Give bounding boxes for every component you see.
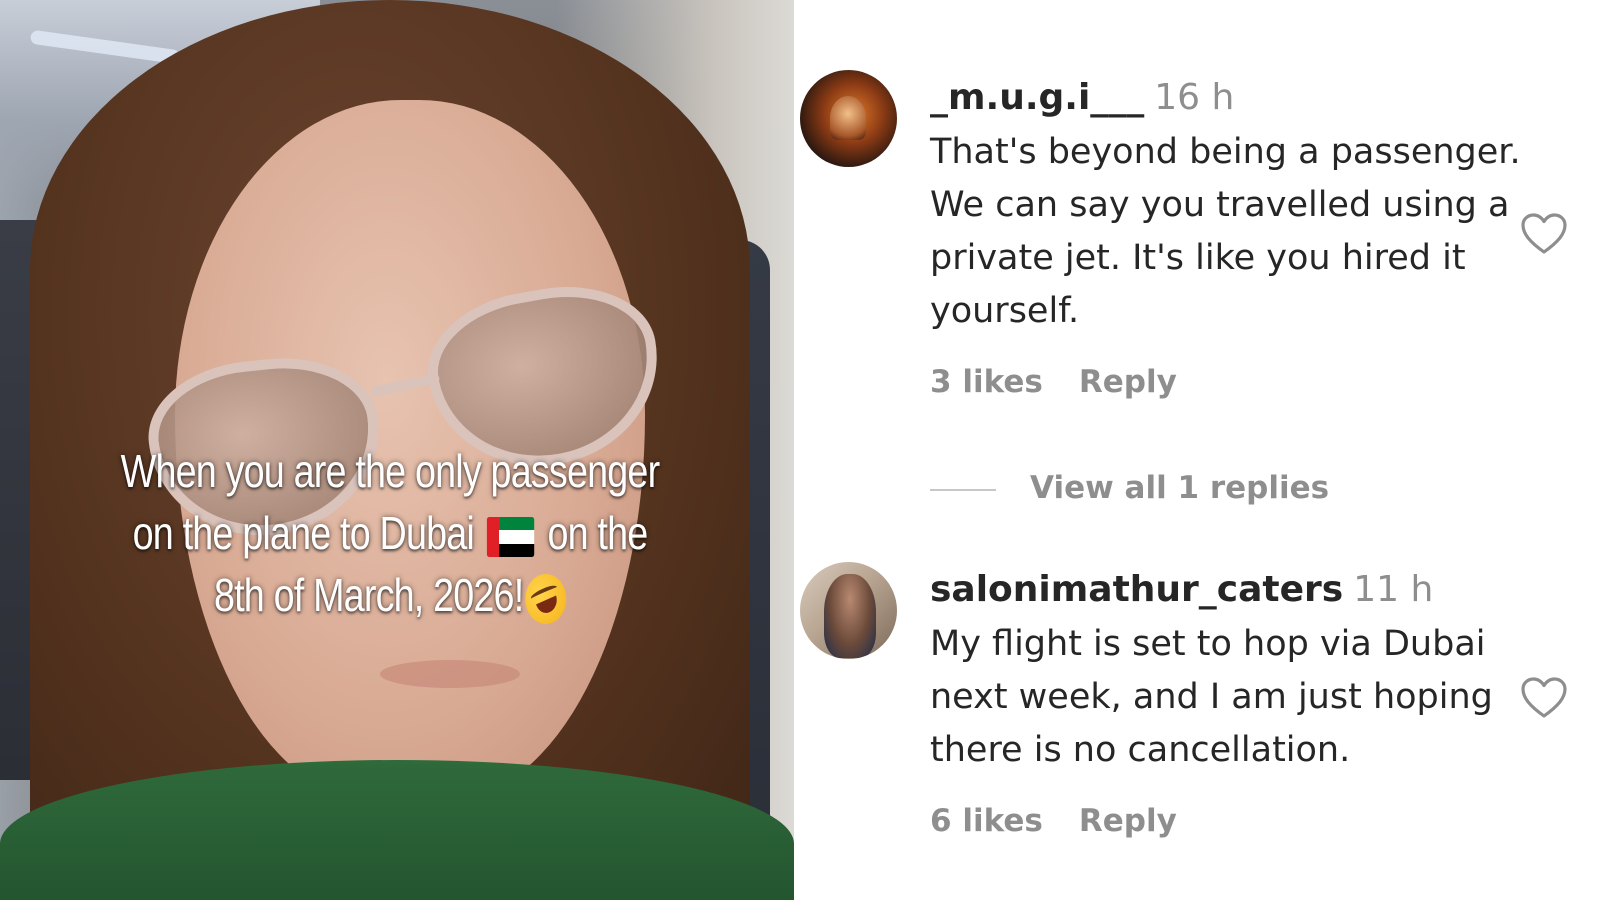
comment-likes[interactable]: 6 likes	[930, 803, 1043, 839]
heart-icon[interactable]	[1520, 212, 1568, 256]
comments-panel: _m.u.g.i___ 16 h That's beyond being a pa…	[800, 0, 1600, 900]
replies-divider-line	[930, 488, 996, 491]
comment-likes[interactable]: 3 likes	[930, 364, 1043, 400]
avatar[interactable]	[800, 562, 897, 659]
reel-caption-overlay: When you are the only passenger on the p…	[119, 440, 660, 631]
comment-username[interactable]: salonimathur_caters	[930, 569, 1343, 610]
overlay-line-3-text: 8th of March, 2026!	[213, 569, 524, 621]
view-replies-label[interactable]: View all 1 replies	[1030, 470, 1329, 506]
reel-video[interactable]: When you are the only passenger on the p…	[0, 0, 794, 900]
comment-actions: 6 likes Reply	[930, 801, 1530, 841]
comment-username[interactable]: _m.u.g.i___	[930, 77, 1144, 118]
avatar-figure	[824, 574, 876, 658]
overlay-line-1: When you are the only passenger	[120, 445, 660, 497]
rolling-on-floor-laughing-icon	[519, 566, 572, 631]
reply-button[interactable]: Reply	[1079, 803, 1177, 839]
comment-header: _m.u.g.i___ 16 h	[930, 76, 1530, 120]
comment-timestamp[interactable]: 11 h	[1353, 569, 1433, 610]
avatar-figure	[830, 96, 866, 140]
comment-text: That's beyond being a passenger. We can …	[930, 132, 1521, 331]
comment-body: _m.u.g.i___ 16 h That's beyond being a pa…	[930, 76, 1530, 402]
comment-header: salonimathur_caters 11 h	[930, 568, 1530, 612]
overlay-line-2b: on the	[547, 507, 648, 559]
screenshot-root: When you are the only passenger on the p…	[0, 0, 1600, 900]
overlay-line-2a: on the plane to Dubai	[132, 507, 475, 559]
view-replies-button[interactable]: View all 1 replies	[930, 466, 1329, 510]
heart-icon[interactable]	[1520, 676, 1568, 720]
comment-actions: 3 likes Reply	[930, 362, 1530, 402]
comment-body: salonimathur_caters 11 h My flight is set…	[930, 568, 1530, 841]
comment-text: My flight is set to hop via Dubai next w…	[930, 624, 1493, 770]
reply-button[interactable]: Reply	[1079, 364, 1177, 400]
comment-timestamp[interactable]: 16 h	[1154, 77, 1234, 118]
uae-flag-icon	[486, 516, 535, 557]
overlay-line-3: 8th of March, 2026!	[119, 564, 660, 631]
lips	[380, 660, 520, 688]
overlay-line-2: on the plane to Dubai on the	[119, 502, 660, 564]
avatar[interactable]	[800, 70, 897, 167]
